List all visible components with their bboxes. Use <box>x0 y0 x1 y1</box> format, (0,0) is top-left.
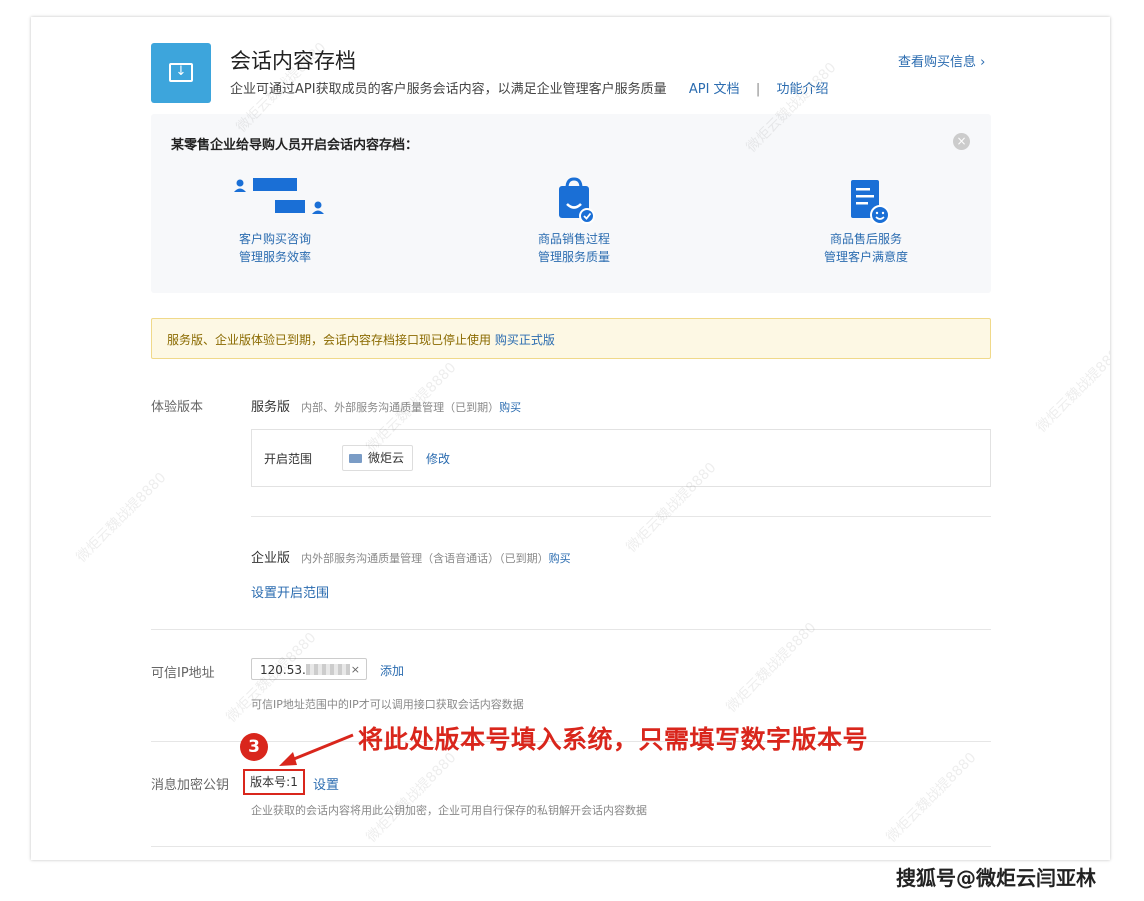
scenario-title: 某零售企业给导购人员开启会话内容存档： <box>171 138 419 153</box>
document-smile-icon <box>841 176 891 226</box>
watermark: 微炬云魏战提8880 <box>73 469 170 566</box>
key-label: 消息加密公钥 <box>151 778 230 793</box>
add-ip-link[interactable]: 添加 <box>380 662 404 679</box>
page-title: 会话内容存档 <box>230 49 356 73</box>
buy-official-link[interactable]: 购买正式版 <box>495 333 555 347</box>
scenario-line2: 管理服务质量 <box>537 250 610 264</box>
ip-label: 可信IP地址 <box>151 666 215 681</box>
watermark: 微炬云魏战提8880 <box>883 749 980 846</box>
annotation-text: 将此处版本号填入系统，只需填写数字版本号 <box>358 725 869 754</box>
scope-label: 开启范围 <box>264 452 313 466</box>
divider <box>151 629 991 630</box>
key-setup-link[interactable]: 设置 <box>313 774 339 793</box>
api-doc-link[interactable]: API 文档 <box>689 82 740 97</box>
source-credit: 搜狐号@微炬云闫亚林 <box>896 866 1096 890</box>
service-buy-link[interactable]: 购买 <box>499 401 521 414</box>
enterprise-buy-link[interactable]: 购买 <box>549 552 571 565</box>
shopping-bag-icon <box>549 176 599 226</box>
folder-icon <box>349 454 362 463</box>
scenario-line1: 客户购买咨询 <box>238 232 311 246</box>
scenario-item-consult: 客户购买咨询 管理服务效率 <box>155 176 395 266</box>
scenario-line2: 管理服务效率 <box>238 250 311 264</box>
scenario-line1: 商品销售过程 <box>537 232 610 246</box>
scenario-line2: 管理客户满意度 <box>823 250 908 264</box>
scenario-item-aftersale: 商品售后服务 管理客户满意度 <box>746 176 986 266</box>
watermark: 微炬云魏战提8880 <box>363 749 460 846</box>
annotation-arrow-icon <box>279 733 354 766</box>
app-icon: ↓ <box>151 43 211 103</box>
features-link[interactable]: 功能介绍 <box>777 82 829 97</box>
enterprise-edition-name: 企业版 <box>251 551 291 566</box>
main-card: ↓ 会话内容存档 企业可通过API获取成员的客户服务会话内容，以满足企业管理客户… <box>31 17 1110 860</box>
purchase-info-link[interactable]: 查看购买信息 › <box>898 51 985 70</box>
close-icon[interactable]: × <box>953 133 970 150</box>
ip-value: 120.53. <box>260 663 306 677</box>
scope-box: 开启范围 微炬云 修改 <box>251 429 991 487</box>
clear-ip-icon[interactable]: × <box>351 659 360 681</box>
edit-scope-link[interactable]: 修改 <box>426 450 450 467</box>
scope-value: 微炬云 <box>368 451 405 465</box>
notice-message: 服务版、企业版体验已到期，会话内容存档接口现已停止使用 <box>167 333 492 347</box>
divider <box>151 846 991 847</box>
scenario-line1: 商品售后服务 <box>829 232 902 246</box>
scenario-panel: 某零售企业给导购人员开启会话内容存档： × 客户购买咨询 管理服务效率 商品销售… <box>151 114 991 293</box>
watermark: 微炬云魏战提8880 <box>723 619 820 716</box>
ip-input[interactable]: 120.53. × <box>251 658 367 680</box>
step-badge: 3 <box>240 733 268 761</box>
enterprise-edition-desc: 内外部服务沟通质量管理（含语音通话）（已到期） <box>301 552 549 565</box>
scope-tag: 微炬云 <box>342 445 414 471</box>
watermark: 微炬云魏战提8880 <box>1033 339 1110 436</box>
divider <box>251 516 991 517</box>
subtitle-text: 企业可通过API获取成员的客户服务会话内容，以满足企业管理客户服务质量 <box>230 82 667 97</box>
set-scope-link[interactable]: 设置开启范围 <box>251 582 329 601</box>
service-edition-name: 服务版 <box>251 400 291 415</box>
trial-label: 体验版本 <box>151 400 204 415</box>
notice-text: 服务版、企业版体验已到期，会话内容存档接口现已停止使用 购买正式版 <box>167 331 555 348</box>
enterprise-edition-row: 企业版 内外部服务沟通质量管理（含语音通话）（已到期）购买 <box>251 547 571 566</box>
link-separator: | <box>755 82 761 97</box>
ip-hint: 可信IP地址范围中的IP才可以调用接口获取会话内容数据 <box>251 698 524 711</box>
chat-people-icon <box>225 176 325 226</box>
expired-notice: 服务版、企业版体验已到期，会话内容存档接口现已停止使用 购买正式版 <box>151 318 991 359</box>
service-edition-desc: 内部、外部服务沟通质量管理（已到期） <box>301 401 500 414</box>
page-subtitle: 企业可通过API获取成员的客户服务会话内容，以满足企业管理客户服务质量 API … <box>230 78 829 97</box>
service-edition-row: 服务版 内部、外部服务沟通质量管理（已到期）购买 <box>251 396 521 415</box>
redacted-ip <box>305 664 350 675</box>
version-number: 版本号:1 <box>243 769 305 795</box>
scenario-item-sales: 商品销售过程 管理服务质量 <box>454 176 694 266</box>
download-arrow-icon: ↓ <box>175 64 187 79</box>
key-hint: 企业获取的会话内容将用此公钥加密，企业可用自行保存的私钥解开会话内容数据 <box>251 804 647 817</box>
